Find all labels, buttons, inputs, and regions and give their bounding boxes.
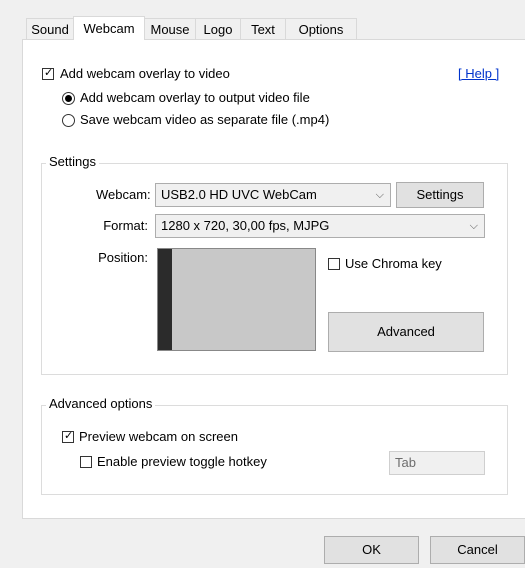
hotkey-checkbox[interactable] [80,456,92,468]
preview-webcam-checkbox[interactable]: ✓ [62,430,74,443]
hotkey-input[interactable]: Tab [389,451,485,475]
webcam-label: Webcam: [96,187,151,202]
radio-output-file[interactable] [62,92,75,105]
hotkey-input-value: Tab [395,455,416,470]
chevron-down-icon: ⌵ [469,220,478,232]
tab-webcam[interactable]: Webcam [73,16,145,40]
checkmark-icon: ✓ [44,67,54,79]
webcam-settings-button[interactable]: Settings [396,182,484,208]
chroma-key-checkbox[interactable] [328,258,340,270]
radio-output-label: Add webcam overlay to output video file [80,90,310,105]
chroma-key-label: Use Chroma key [345,256,442,271]
radio-separate-label: Save webcam video as separate file (.mp4… [80,112,330,127]
advanced-button[interactable]: Advanced [328,312,484,352]
preview-webcam-label: Preview webcam on screen [79,429,238,444]
format-select-value: 1280 x 720, 30,00 fps, MJPG [161,218,330,233]
advanced-options-group [41,405,508,495]
position-preview[interactable] [157,248,316,351]
checkmark-icon: ✓ [64,430,74,442]
settings-group-title: Settings [46,154,99,169]
hotkey-label: Enable preview toggle hotkey [97,454,267,469]
tab-sound[interactable]: Sound [26,18,74,39]
tab-mouse[interactable]: Mouse [144,18,196,39]
chevron-down-icon: ⌵ [375,189,384,201]
webcam-select[interactable]: USB2.0 HD UVC WebCam ⌵ [155,183,391,207]
add-overlay-label: Add webcam overlay to video [60,66,230,81]
add-overlay-checkbox[interactable]: ✓ [42,67,54,80]
cancel-button[interactable]: Cancel [430,536,525,564]
format-label: Format: [103,218,148,233]
tab-options[interactable]: Options [285,18,357,39]
tab-text[interactable]: Text [240,18,286,39]
ok-button[interactable]: OK [324,536,419,564]
tab-logo[interactable]: Logo [195,18,241,39]
help-link[interactable]: [ Help ] [458,66,499,81]
webcam-select-value: USB2.0 HD UVC WebCam [161,187,317,202]
format-select[interactable]: 1280 x 720, 30,00 fps, MJPG ⌵ [155,214,485,238]
webcam-position-marker[interactable] [158,249,172,350]
radio-separate-file[interactable] [62,114,75,127]
advanced-options-title: Advanced options [46,396,156,411]
position-label: Position: [98,250,148,265]
radio-selected-dot [65,95,72,102]
